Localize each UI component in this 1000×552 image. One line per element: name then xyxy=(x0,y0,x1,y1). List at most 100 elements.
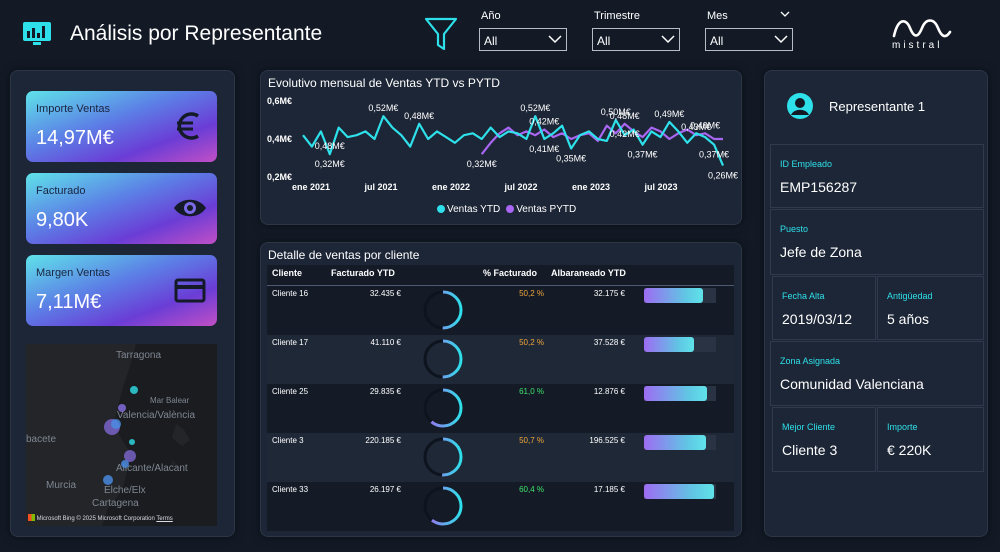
cell-cliente: Cliente 16 xyxy=(272,289,309,298)
dashboard-monitor-icon xyxy=(23,22,51,45)
x-tick-label: ene 2021 xyxy=(292,182,330,192)
column-header[interactable]: Albaraneado YTD xyxy=(551,268,626,278)
x-tick-label: jul 2022 xyxy=(503,182,537,192)
data-label: 0,26M€ xyxy=(708,171,738,181)
data-label: 0,48M€ xyxy=(610,111,640,121)
line-chart-legend: Ventas YTD Ventas PYTD xyxy=(437,204,576,215)
map-marker xyxy=(111,419,121,429)
y-tick-label: 0,4M€ xyxy=(267,134,292,144)
field-value: Comunidad Valenciana xyxy=(780,376,924,392)
data-label: 0,42M€ xyxy=(529,117,559,127)
legend-item[interactable]: Ventas PYTD xyxy=(506,204,576,215)
year-dropdown[interactable]: All xyxy=(479,28,567,51)
field-label: ID Empleado xyxy=(780,159,833,169)
slicer-collapse-chevron-icon[interactable] xyxy=(780,11,790,18)
x-tick-label: ene 2023 xyxy=(572,182,610,192)
cell-pct-facturado: 61,0 % xyxy=(519,387,544,396)
representative-name: Representante 1 xyxy=(829,99,926,114)
series-line-0 xyxy=(302,115,725,167)
legend-dot xyxy=(506,205,515,213)
cell-albaraneado: 32.175 € xyxy=(593,289,625,298)
x-tick-label: ene 2022 xyxy=(432,182,470,192)
table-row[interactable]: Cliente 16 32.435 € 50,2 % 32.175 € xyxy=(267,286,734,335)
cell-cliente: Cliente 25 xyxy=(272,387,309,396)
percent-donut xyxy=(423,486,463,526)
cell-albaraneado: 12.876 € xyxy=(593,387,625,396)
kpi-card-margen-ventas[interactable]: Margen Ventas 7,11M€ xyxy=(26,255,217,326)
map-marker xyxy=(130,386,138,394)
cell-albaraneado: 37.528 € xyxy=(593,338,625,347)
field-label: Zona Asignada xyxy=(780,356,841,366)
quarter-dropdown[interactable]: All xyxy=(592,28,680,51)
slicer-quarter: Trimestre All xyxy=(592,10,680,51)
kpi-label: Margen Ventas xyxy=(36,267,110,279)
brand-name: mistral xyxy=(892,40,943,51)
cell-cliente: Cliente 17 xyxy=(272,338,309,347)
y-tick-label: 0,2M€ xyxy=(267,172,292,182)
albaraneado-bar-fill xyxy=(644,435,706,450)
table-row[interactable]: Cliente 33 26.197 € 60,4 % 17.185 € xyxy=(267,482,734,531)
data-label: 0,41M€ xyxy=(529,144,559,154)
data-label: 0,35M€ xyxy=(556,154,586,164)
filter-icon[interactable] xyxy=(424,16,458,52)
albaraneado-bar xyxy=(644,484,716,499)
field-value: € 220K xyxy=(887,442,932,458)
percent-donut xyxy=(423,339,463,379)
cell-cliente: Cliente 33 xyxy=(272,485,309,494)
quarter-dropdown-value: All xyxy=(597,34,611,48)
chevron-down-icon xyxy=(548,35,562,44)
data-label: 0,40M€ xyxy=(690,120,720,130)
year-dropdown-value: All xyxy=(484,34,498,48)
cell-pct-facturado: 60,4 % xyxy=(519,485,544,494)
field-mejor-cliente: Mejor Cliente Cliente 3 xyxy=(772,407,876,472)
sales-map[interactable]: Tarragona Mar Balear Valencia/València b… xyxy=(26,344,217,526)
slicer-year: Año All xyxy=(479,10,567,51)
legend-label: Ventas YTD xyxy=(447,204,501,215)
map-terms-link[interactable]: Terms xyxy=(156,516,172,522)
kpi-card-importe-ventas[interactable]: Importe Ventas 14,97M€ xyxy=(26,91,217,162)
legend-item[interactable]: Ventas YTD xyxy=(437,204,500,215)
month-dropdown[interactable]: All xyxy=(705,28,793,51)
map-marker xyxy=(121,460,129,468)
percent-donut xyxy=(423,388,463,428)
cell-facturado: 41.110 € xyxy=(370,338,401,347)
data-label: 0,42M€ xyxy=(610,129,640,139)
percent-donut xyxy=(423,290,463,330)
cell-facturado: 32.435 € xyxy=(369,289,401,298)
albaraneado-bar-fill xyxy=(644,288,704,303)
field-value: EMP156287 xyxy=(780,179,858,195)
x-tick-label: jul 2023 xyxy=(643,182,677,192)
kpi-card-facturado[interactable]: Facturado 9,80K xyxy=(26,173,217,244)
eye-icon xyxy=(174,199,206,217)
column-header[interactable]: Facturado YTD xyxy=(331,268,395,278)
map-copyright-text: © 2025 Microsoft Corporation xyxy=(76,516,155,522)
column-header[interactable]: % Facturado xyxy=(483,268,537,278)
map-marker xyxy=(103,475,113,485)
data-label: 0,37M€ xyxy=(699,150,729,160)
albaraneado-bar xyxy=(644,386,716,401)
table-row[interactable]: Cliente 25 29.835 € 61,0 % 12.876 € xyxy=(267,384,734,433)
data-label: 0,48M€ xyxy=(315,141,345,151)
field-label: Puesto xyxy=(780,224,809,234)
field-label: Antigüedad xyxy=(887,291,933,301)
field-zona-asignada: Zona Asignada Comunidad Valenciana xyxy=(770,341,984,406)
credit-card-icon xyxy=(174,278,206,303)
header: Análisis por Representante Año All Trime… xyxy=(0,0,1000,66)
column-header[interactable]: Cliente xyxy=(272,268,302,278)
legend-dot xyxy=(437,205,445,213)
legend-label: Ventas PYTD xyxy=(516,204,577,215)
field-antiguedad: Antigüedad 5 años xyxy=(877,276,984,340)
field-value: Jefe de Zona xyxy=(780,244,862,260)
table-row[interactable]: Cliente 3 220.185 € 50,7 % 196.525 € xyxy=(267,433,734,482)
map-provider: Microsoft Bing xyxy=(36,516,75,522)
map-marker xyxy=(118,404,126,412)
field-fecha-alta: Fecha Alta 2019/03/12 xyxy=(772,276,876,340)
cell-pct-facturado: 50,2 % xyxy=(519,338,544,347)
data-label: 0,37M€ xyxy=(628,150,658,160)
y-tick-label: 0,6M€ xyxy=(267,96,292,106)
field-puesto: Puesto Jefe de Zona xyxy=(770,209,984,275)
map-marker xyxy=(129,439,135,445)
table-row[interactable]: Cliente 17 41.110 € 50,2 % 37.528 € xyxy=(267,335,734,384)
field-value: 5 años xyxy=(887,311,930,327)
cell-albaraneado: 196.525 € xyxy=(589,436,625,445)
